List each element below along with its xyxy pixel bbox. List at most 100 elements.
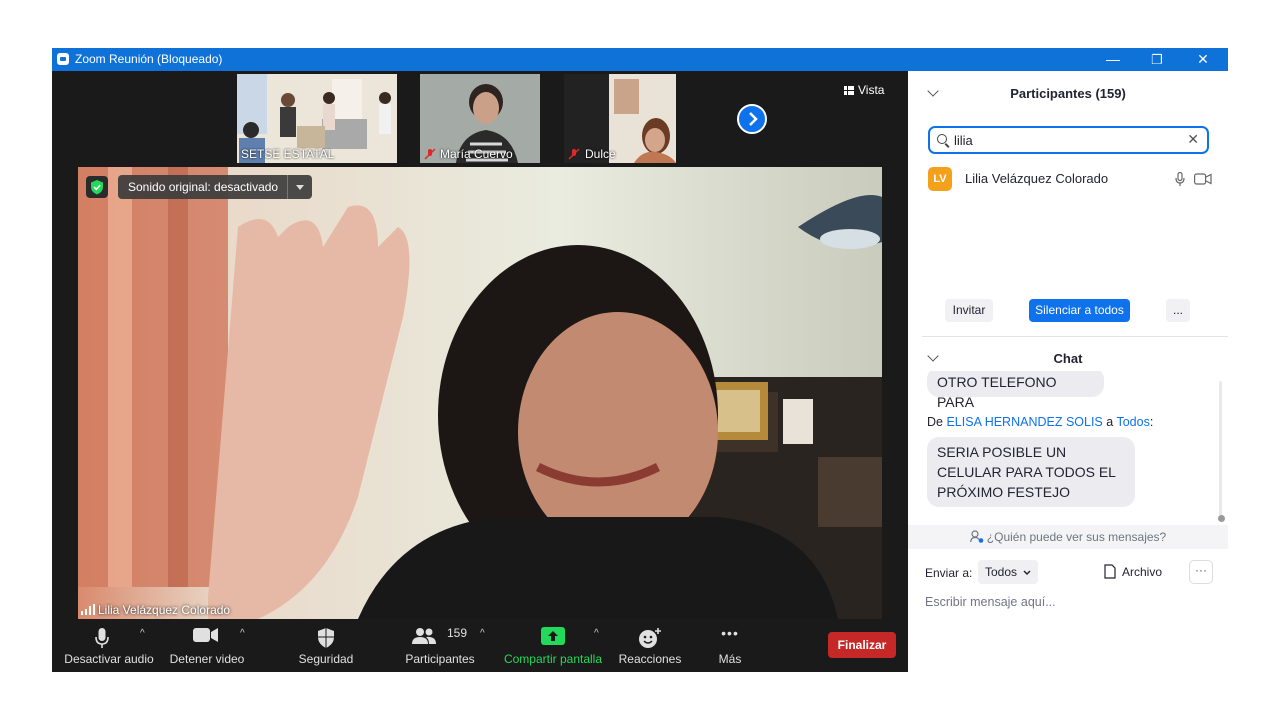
shield-icon	[318, 628, 334, 648]
meeting-area: SETSE ESTATAL María Cuervo Dulce Vista S…	[52, 71, 908, 672]
chat-sender-line: De ELISA HERNANDEZ SOLIS a Todos:	[927, 415, 1153, 429]
chat-colon: :	[1149, 415, 1154, 429]
microphone-icon[interactable]	[1175, 172, 1185, 187]
security-shield-icon[interactable]	[86, 176, 108, 198]
stop-video-button[interactable]: ^ Detener video	[164, 619, 250, 672]
privacy-note: ¿Quién puede ver sus mensajes?	[986, 530, 1167, 544]
person-lock-icon	[969, 530, 984, 543]
thumbnail-video[interactable]: Dulce	[564, 74, 676, 163]
chevron-up-icon[interactable]: ^	[594, 628, 599, 639]
share-screen-button[interactable]: ^ Compartir pantalla	[500, 619, 606, 672]
restore-button[interactable]: ❐	[1134, 48, 1180, 71]
file-label: Archivo	[1122, 565, 1163, 579]
original-sound-button[interactable]: Sonido original: desactivado	[118, 175, 313, 199]
more-label: Más	[718, 652, 742, 666]
chat-to-word: a	[1106, 415, 1114, 429]
file-icon	[1104, 564, 1116, 579]
zoom-app-icon	[57, 53, 69, 65]
thumbnail-name: SETSE ESTATAL	[241, 147, 335, 161]
chat-recipient: Todos	[1116, 415, 1150, 429]
signal-bars-icon	[81, 604, 95, 615]
chevron-up-icon[interactable]: ^	[480, 628, 485, 639]
original-sound-label: Sonido original: desactivado	[128, 180, 279, 194]
chat-title: Chat	[1053, 351, 1083, 366]
participant-name: Lilia Velázquez Colorado	[965, 171, 1109, 186]
chevron-up-icon[interactable]: ^	[140, 628, 145, 639]
security-button[interactable]: Seguridad	[286, 619, 366, 672]
file-button[interactable]: Archivo	[1104, 564, 1162, 579]
side-panel: Participantes (159) ✕ LV Lilia Velázquez…	[908, 71, 1228, 672]
share-screen-label: Compartir pantalla	[503, 652, 603, 666]
thumbnail-name: Dulce	[585, 147, 616, 161]
participants-title: Participantes (159)	[1010, 86, 1126, 101]
more-dots-icon: •••	[721, 625, 739, 641]
speaker-name: Lilia Velázquez Colorado	[98, 603, 231, 617]
chevron-up-icon[interactable]: ^	[240, 628, 245, 639]
reactions-label: Reacciones	[618, 652, 682, 666]
clear-search-icon[interactable]: ✕	[1187, 131, 1199, 148]
participants-more-button[interactable]: ...	[1166, 299, 1190, 322]
chat-message-input[interactable]	[925, 591, 1215, 613]
gallery-strip: SETSE ESTATAL María Cuervo Dulce Vista	[52, 71, 908, 164]
invite-button[interactable]: Invitar	[945, 299, 993, 322]
participants-label: Participantes	[405, 652, 475, 666]
chevron-down-icon	[1023, 570, 1031, 576]
search-input[interactable]	[954, 131, 1174, 149]
shield-check-icon	[91, 180, 103, 195]
stop-video-label: Detener video	[169, 652, 245, 666]
mic-muted-icon	[424, 148, 436, 160]
participant-face-image	[564, 74, 676, 163]
participant-row[interactable]: LV Lilia Velázquez Colorado	[928, 167, 1218, 191]
minimize-button[interactable]: —	[1090, 48, 1136, 71]
thumbnail-video[interactable]: María Cuervo	[420, 74, 540, 163]
scrollbar-thumb[interactable]	[1218, 515, 1225, 522]
view-button[interactable]: Vista	[844, 83, 884, 97]
more-button[interactable]: ••• Más	[702, 619, 758, 672]
meeting-toolbar: ^ Desactivar audio ^ Detener video Segur…	[52, 619, 908, 672]
reactions-button[interactable]: Reacciones	[612, 619, 688, 672]
close-button[interactable]: ✕	[1180, 48, 1226, 71]
emoji-add-icon	[639, 628, 661, 648]
speaker-name-tag: Lilia Velázquez Colorado	[81, 603, 230, 617]
mic-muted-icon	[568, 148, 580, 160]
microphone-icon	[95, 628, 109, 648]
chat-more-button[interactable]: ···	[1189, 560, 1213, 584]
participants-icon	[412, 628, 436, 644]
security-label: Seguridad	[298, 652, 354, 666]
thumbnail-name: María Cuervo	[440, 147, 513, 161]
title-bar: Zoom Reunión (Bloqueado) — ❐ ✕	[52, 48, 1228, 71]
privacy-info-link[interactable]: ¿Quién puede ver sus mensajes?	[908, 525, 1228, 549]
search-icon	[937, 134, 947, 144]
divider	[922, 336, 1228, 337]
speaker-video-image	[78, 167, 882, 619]
video-camera-icon[interactable]	[1194, 173, 1212, 185]
end-meeting-button[interactable]: Finalizar	[828, 632, 896, 658]
view-label: Vista	[858, 83, 885, 97]
recipient-dropdown[interactable]: Todos	[978, 560, 1039, 584]
window-title: Zoom Reunión (Bloqueado)	[75, 52, 223, 66]
chat-bubble: OTRO TELEFONO PARA	[927, 371, 1104, 410]
chat-scrollbar[interactable]	[1219, 381, 1222, 521]
active-speaker-video[interactable]: Sonido original: desactivado Lilia Veláz…	[78, 167, 882, 619]
mute-all-button[interactable]: Silenciar a todos	[1029, 299, 1130, 322]
zoom-window: Zoom Reunión (Bloqueado) — ❐ ✕ SETSE EST…	[52, 48, 1228, 672]
recipient-value: Todos	[985, 565, 1018, 579]
mute-label: Desactivar audio	[64, 652, 154, 666]
chat-messages: OTRO TELEFONO PARA De ELISA HERNANDEZ SO…	[908, 371, 1228, 526]
grid-icon	[844, 86, 854, 95]
avatar: LV	[928, 167, 952, 191]
participant-search[interactable]: ✕	[928, 126, 1209, 154]
next-page-button[interactable]	[737, 104, 767, 134]
chat-bubble: SERIA POSIBLE UN CELULAR PARA TODOS EL P…	[927, 437, 1135, 507]
share-screen-icon	[541, 627, 565, 645]
mute-button[interactable]: ^ Desactivar audio	[58, 619, 160, 672]
chat-prefix: De	[927, 415, 943, 429]
send-to-label: Enviar a:	[925, 566, 973, 580]
chat-sender[interactable]: ELISA HERNANDEZ SOLIS	[946, 415, 1102, 429]
participants-count: 159	[447, 626, 468, 640]
participants-button[interactable]: 159 ^ Participantes	[390, 619, 490, 672]
chevron-down-icon[interactable]	[287, 175, 312, 199]
thumbnail-video[interactable]: SETSE ESTATAL	[237, 74, 397, 163]
participants-header: Participantes (159)	[908, 71, 1228, 115]
video-camera-icon	[193, 628, 218, 642]
